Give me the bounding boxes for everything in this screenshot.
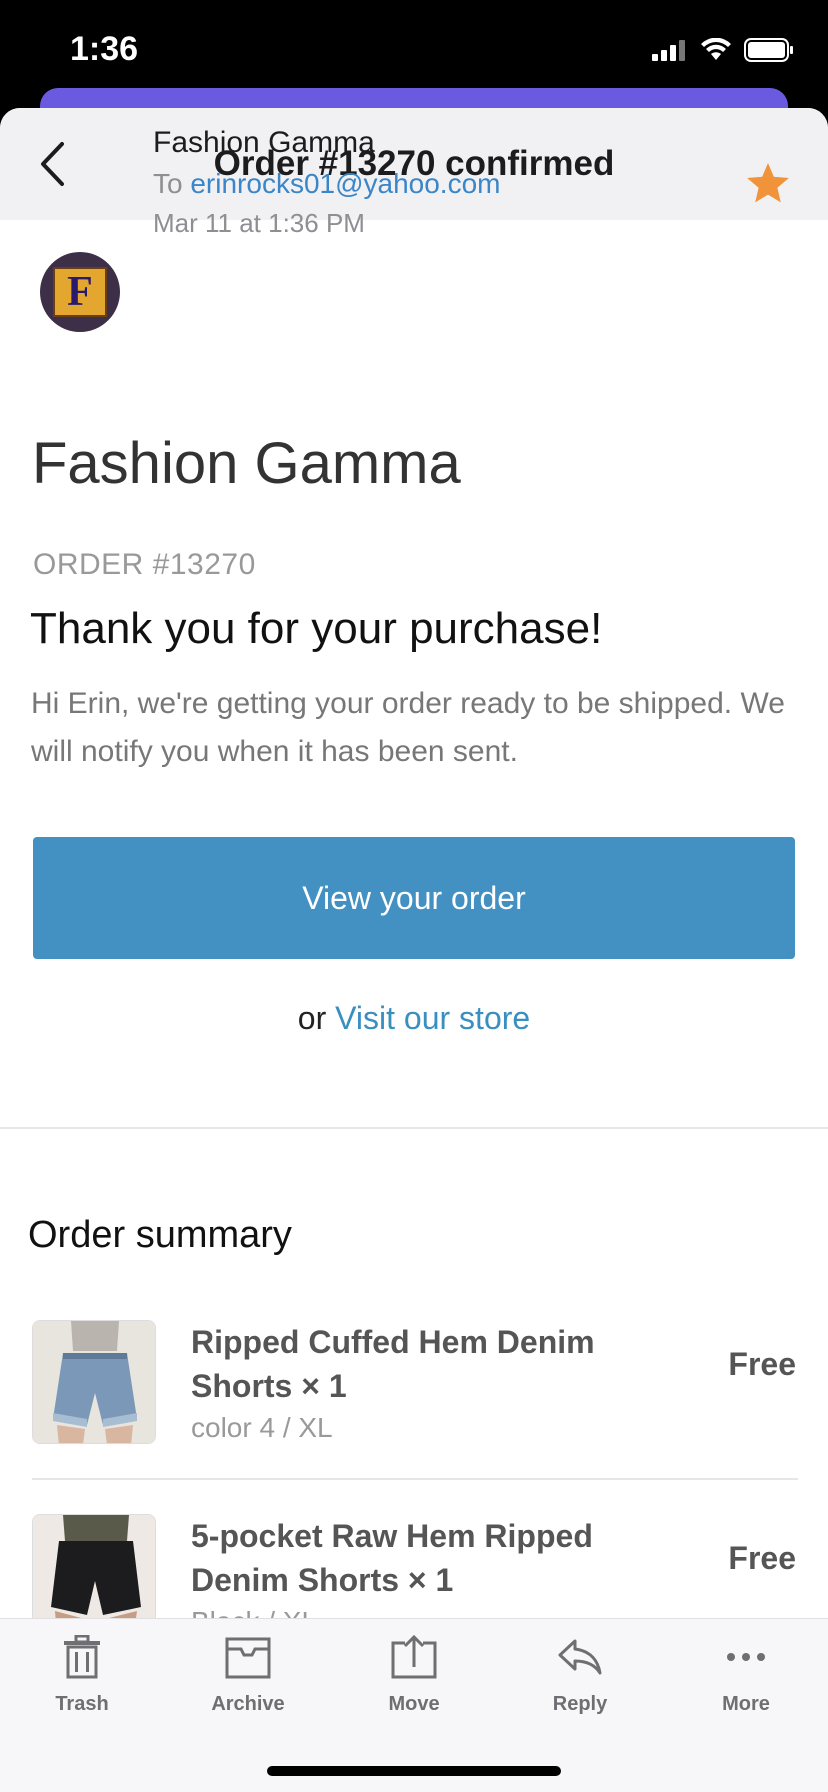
home-indicator (267, 1766, 561, 1776)
archive-button[interactable]: Archive (188, 1635, 308, 1716)
visit-store-link[interactable]: Visit our store (335, 1000, 530, 1036)
reply-icon (558, 1639, 602, 1675)
archive-label: Archive (211, 1693, 285, 1715)
headline: Thank you for your purchase! (30, 604, 603, 653)
store-line: or Visit our store (0, 1000, 828, 1037)
status-bar: 1:36 (0, 0, 828, 100)
more-label: More (722, 1693, 770, 1715)
section-divider (0, 1127, 828, 1129)
recipient-email[interactable]: erinrocks01@yahoo.com (190, 168, 500, 199)
item-price: Free (728, 1346, 796, 1382)
sender-avatar[interactable]: F (40, 252, 120, 332)
reply-button[interactable]: Reply (520, 1635, 640, 1716)
avatar-letter: F (53, 267, 107, 317)
sender-name[interactable]: Fashion Gamma (153, 126, 375, 160)
recipient-prefix: To (153, 168, 183, 199)
star-icon[interactable] (744, 160, 792, 208)
item-divider (32, 1478, 798, 1480)
status-time: 1:36 (70, 30, 139, 68)
order-number-label: ORDER #13270 (33, 548, 256, 581)
trash-icon (64, 1635, 100, 1679)
move-button[interactable]: Move (354, 1635, 474, 1716)
trash-button[interactable]: Trash (22, 1635, 142, 1716)
move-icon (391, 1635, 437, 1679)
order-item[interactable]: Ripped Cuffed Hem Denim Shorts × 1 color… (32, 1320, 798, 1446)
back-chevron-icon[interactable] (32, 138, 72, 190)
item-price: Free (728, 1540, 796, 1576)
nav-header: Order #13270 confirmed (0, 108, 828, 220)
item-name: Ripped Cuffed Hem Denim Shorts × 1 (191, 1324, 595, 1404)
view-order-button[interactable]: View your order (33, 837, 795, 959)
product-thumbnail (32, 1320, 156, 1444)
archive-icon (225, 1637, 271, 1679)
bottom-toolbar: Trash Archive Move Reply More (0, 1618, 828, 1792)
battery-icon (744, 38, 793, 62)
order-summary-title: Order summary (28, 1214, 292, 1256)
brand-name: Fashion Gamma (32, 431, 461, 496)
wifi-icon (701, 38, 731, 60)
trash-label: Trash (55, 1693, 109, 1715)
item-variant: color 4 / XL (191, 1412, 333, 1443)
store-prefix: or (297, 1000, 327, 1036)
more-icon (727, 1653, 765, 1661)
signal-icon (652, 40, 685, 61)
move-label: Move (388, 1693, 440, 1715)
more-button[interactable]: More (686, 1635, 806, 1716)
status-icons (652, 38, 794, 62)
message-body: Hi Erin, we're getting your order ready … (31, 687, 785, 768)
recipient-line: To erinrocks01@yahoo.com (153, 168, 500, 200)
item-name: 5-pocket Raw Hem Ripped Denim Shorts × 1 (191, 1518, 593, 1598)
email-date: Mar 11 at 1:36 PM (153, 208, 365, 238)
reply-label: Reply (552, 1693, 608, 1715)
